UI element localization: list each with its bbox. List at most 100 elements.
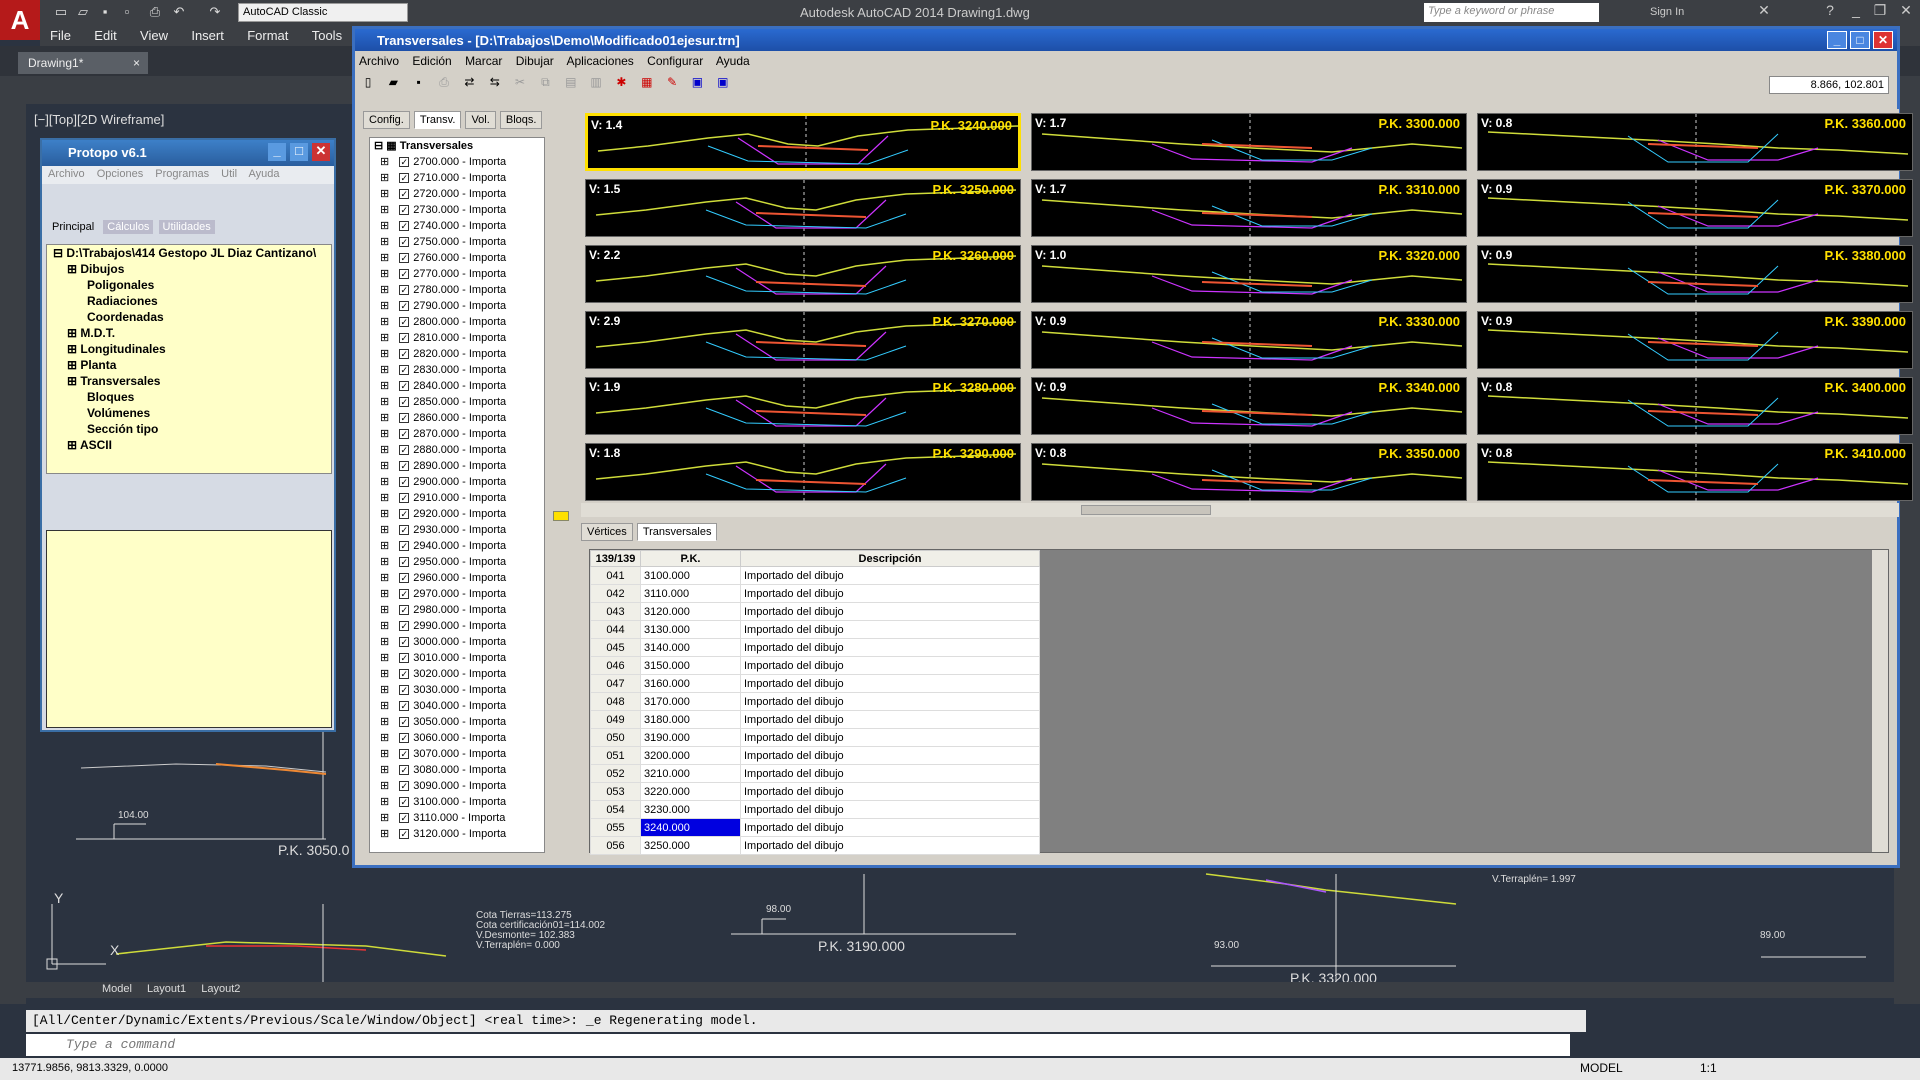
checkbox[interactable]: ✓ xyxy=(399,797,410,807)
section-tile[interactable]: V: 0.8 P.K. 3410.000 xyxy=(1477,443,1913,502)
help-icon[interactable]: ? xyxy=(1818,2,1842,22)
save-icon[interactable]: ▪ xyxy=(410,75,428,93)
section-tile[interactable]: V: 0.9 P.K. 3340.000 xyxy=(1031,377,1467,436)
mark-icon[interactable]: ✱ xyxy=(612,75,630,93)
tw-menu-edicion[interactable]: Edición xyxy=(412,54,451,68)
expand-icon[interactable]: ⊞ xyxy=(380,652,389,664)
tree-item-bloques[interactable]: Bloques xyxy=(47,389,331,405)
tree-item[interactable]: ⊞ ✓ 3040.000 - Importa xyxy=(370,698,544,714)
table-row[interactable]: 047 3160.000 Importado del dibujo xyxy=(590,674,1040,693)
tree-item[interactable]: ⊞ ✓ 2970.000 - Importa xyxy=(370,586,544,602)
tree-item[interactable]: ⊞ ✓ 2900.000 - Importa xyxy=(370,474,544,490)
table-row[interactable]: 056 3250.000 Importado del dibujo xyxy=(590,836,1040,855)
table-row[interactable]: 052 3210.000 Importado del dibujo xyxy=(590,764,1040,783)
grid-icon[interactable]: ▦ xyxy=(638,75,656,93)
section-tile[interactable]: V: 1.8 P.K. 3290.000 xyxy=(585,443,1021,502)
expand-icon[interactable]: ⊞ xyxy=(380,172,389,184)
menu-insert[interactable]: Insert xyxy=(181,26,234,45)
row-descripcion[interactable]: Importado del dibujo xyxy=(740,620,1040,639)
tw-menu-aplicaciones[interactable]: Aplicaciones xyxy=(566,54,633,68)
row-pk[interactable]: 3140.000 xyxy=(640,638,741,657)
export-icon[interactable]: ⇄ xyxy=(460,75,478,93)
menu-edit[interactable]: Edit xyxy=(84,26,126,45)
checkbox[interactable]: ✓ xyxy=(399,765,410,775)
checkbox[interactable]: ✓ xyxy=(399,381,410,391)
row-pk[interactable]: 3200.000 xyxy=(640,746,741,765)
row-pk[interactable]: 3190.000 xyxy=(640,728,741,747)
tab-vol[interactable]: Vol. xyxy=(465,111,496,129)
tree-root[interactable]: ⊟ D:\Trabajos\414 Gestopo JL Diaz Cantiz… xyxy=(47,245,331,261)
row-pk[interactable]: 3130.000 xyxy=(640,620,741,639)
tree-item[interactable]: ⊞ ✓ 2950.000 - Importa xyxy=(370,554,544,570)
row-descripcion[interactable]: Importado del dibujo xyxy=(740,602,1040,621)
protopo-menu-archivo[interactable]: Archivo xyxy=(48,168,85,180)
tab-layout1[interactable]: Layout1 xyxy=(141,982,192,996)
section-tile[interactable]: V: 1.4 P.K. 3240.000 xyxy=(585,113,1021,174)
row-descripcion[interactable]: Importado del dibujo xyxy=(740,782,1040,801)
close-icon[interactable]: ✕ xyxy=(1894,2,1918,22)
cut-icon[interactable]: ✂ xyxy=(511,75,529,93)
tab-bloqs[interactable]: Bloqs. xyxy=(499,111,543,129)
checkbox[interactable]: ✓ xyxy=(399,605,410,615)
paste-icon[interactable]: ▤ xyxy=(562,75,580,93)
expand-icon[interactable]: ⊞ xyxy=(380,732,389,744)
expand-icon[interactable]: ⊞ xyxy=(380,460,389,472)
tree-item-ascii[interactable]: ⊞ ASCII xyxy=(47,437,331,453)
table-row[interactable]: 051 3200.000 Importado del dibujo xyxy=(590,746,1040,765)
tab-layout2[interactable]: Layout2 xyxy=(195,982,246,996)
checkbox[interactable]: ✓ xyxy=(399,301,410,311)
expand-icon[interactable]: ⊞ xyxy=(380,332,389,344)
checkbox[interactable]: ✓ xyxy=(399,749,410,759)
section-tile[interactable]: V: 0.9 P.K. 3330.000 xyxy=(1031,311,1467,370)
tw-minimize-icon[interactable]: _ xyxy=(1827,31,1847,49)
expand-icon[interactable]: ⊞ xyxy=(380,748,389,760)
tree-item-poligonales[interactable]: Poligonales xyxy=(47,277,331,293)
tree-item[interactable]: ⊞ ✓ 3020.000 - Importa xyxy=(370,666,544,682)
tree-item[interactable]: ⊞ ✓ 2790.000 - Importa xyxy=(370,298,544,314)
row-pk[interactable]: 3210.000 xyxy=(640,764,741,783)
checkbox[interactable]: ✓ xyxy=(399,237,410,247)
row-descripcion[interactable]: Importado del dibujo xyxy=(740,710,1040,729)
expand-icon[interactable]: ⊞ xyxy=(380,444,389,456)
checkbox[interactable]: ✓ xyxy=(399,541,410,551)
tree-item[interactable]: ⊞ ✓ 2750.000 - Importa xyxy=(370,234,544,250)
protopo-menu-ayuda[interactable]: Ayuda xyxy=(249,168,280,180)
menu-tools[interactable]: Tools xyxy=(302,26,352,45)
checkbox[interactable]: ✓ xyxy=(399,317,410,327)
table-row[interactable]: 044 3130.000 Importado del dibujo xyxy=(590,620,1040,639)
draw-toolbar[interactable] xyxy=(0,104,26,1004)
tree-item[interactable]: ⊞ ✓ 3050.000 - Importa xyxy=(370,714,544,730)
tree-item[interactable]: ⊞ ✓ 2810.000 - Importa xyxy=(370,330,544,346)
row-descripcion[interactable]: Importado del dibujo xyxy=(740,764,1040,783)
insert-section-icon[interactable]: ▣ xyxy=(688,75,706,93)
checkbox[interactable]: ✓ xyxy=(399,621,410,631)
expand-icon[interactable]: ⊞ xyxy=(380,524,389,536)
help-search-input[interactable]: Type a keyword or phrase xyxy=(1424,3,1599,22)
section-tile[interactable]: V: 0.8 P.K. 3360.000 xyxy=(1477,113,1913,172)
checkbox[interactable]: ✓ xyxy=(399,397,410,407)
row-pk[interactable]: 3120.000 xyxy=(640,602,741,621)
checkbox[interactable]: ✓ xyxy=(399,189,410,199)
signin-button[interactable]: Sign In xyxy=(1650,6,1684,18)
tree-item[interactable]: ⊞ ✓ 3070.000 - Importa xyxy=(370,746,544,762)
tree-item-seccion-tipo[interactable]: Sección tipo xyxy=(47,421,331,437)
tree-item[interactable]: ⊞ ✓ 2990.000 - Importa xyxy=(370,618,544,634)
config-section-icon[interactable]: ▣ xyxy=(714,75,732,93)
tree-item[interactable]: ⊞ ✓ 3030.000 - Importa xyxy=(370,682,544,698)
row-pk[interactable]: 3160.000 xyxy=(640,674,741,693)
tw-menu-archivo[interactable]: Archivo xyxy=(359,54,399,68)
row-descripcion[interactable]: Importado del dibujo xyxy=(740,836,1040,855)
tree-item[interactable]: ⊞ ✓ 2830.000 - Importa xyxy=(370,362,544,378)
expand-icon[interactable]: ⊞ xyxy=(380,220,389,232)
tree-item[interactable]: ⊞ ✓ 2910.000 - Importa xyxy=(370,490,544,506)
expand-icon[interactable]: ⊞ xyxy=(380,364,389,376)
expand-icon[interactable]: ⊞ xyxy=(380,396,389,408)
checkbox[interactable]: ✓ xyxy=(399,733,410,743)
checkbox[interactable]: ✓ xyxy=(399,637,410,647)
import-icon[interactable]: ⇆ xyxy=(486,75,504,93)
tab-transversales[interactable]: Transversales xyxy=(636,523,718,541)
tree-item[interactable]: ⊞ ✓ 3100.000 - Importa xyxy=(370,794,544,810)
tab-close-icon[interactable]: × xyxy=(133,56,140,70)
row-descripcion[interactable]: Importado del dibujo xyxy=(740,692,1040,711)
tab-calculos[interactable]: Cálculos xyxy=(103,220,154,234)
